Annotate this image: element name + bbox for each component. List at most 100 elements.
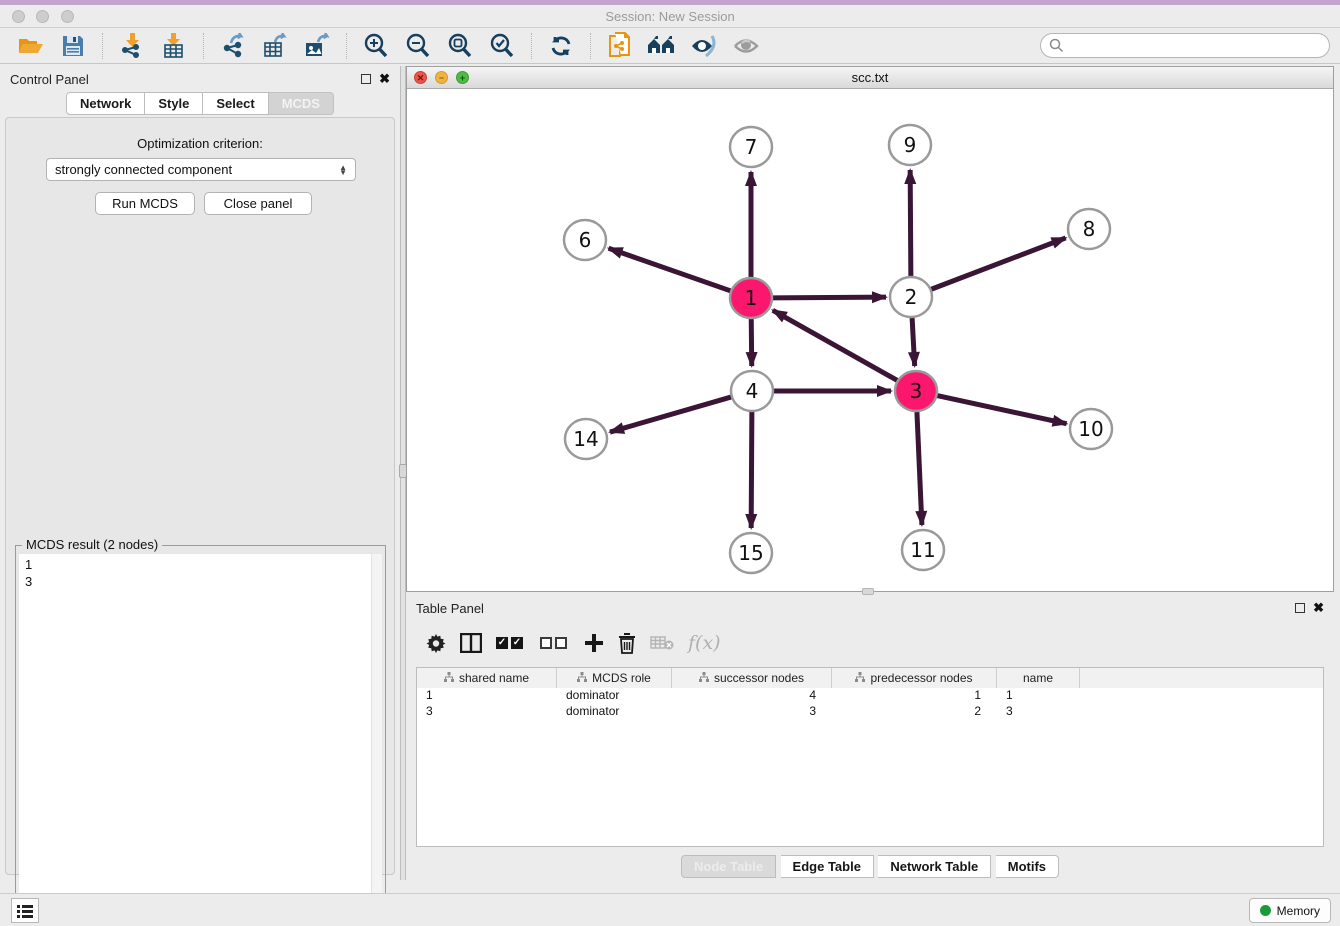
column-header-successor-nodes[interactable]: successor nodes [672,668,832,688]
column-header-shared-name[interactable]: shared name [417,668,557,688]
toolbar-separator [531,33,532,59]
table-panel-title: Table Panel [416,601,484,616]
table-cell[interactable]: 2 [832,704,997,720]
mcds-result-text[interactable]: 1 3 [19,554,382,918]
close-table-panel-icon[interactable]: ✖ [1313,603,1324,613]
node-table: shared name MCDS role successor nodesprede… [416,667,1324,847]
network-minimize-icon[interactable]: − [435,71,448,84]
graph-node-label-14: 14 [573,427,598,451]
close-panel-button[interactable]: Close panel [204,192,312,215]
unchecked-box-icon [555,637,567,649]
table-cell[interactable]: 3 [417,704,557,720]
graph-edge-3-11[interactable] [917,412,922,525]
graph-edge-3-10[interactable] [937,395,1067,423]
show-all-icon[interactable] [729,31,763,61]
export-image-icon[interactable] [300,31,334,61]
memory-button[interactable]: Memory [1249,898,1331,923]
float-table-panel-icon[interactable] [1295,603,1305,613]
horizontal-splitter-handle[interactable] [862,588,874,595]
table-settings-gear-icon[interactable] [426,633,446,653]
graph-node-label-3: 3 [910,379,923,403]
column-label: MCDS role [592,671,651,685]
table-cell[interactable]: 1 [417,688,557,704]
window-title: Session: New Session [0,9,1340,24]
delete-table-icon-disabled [650,635,674,651]
run-mcds-button[interactable]: Run MCDS [95,192,195,215]
delete-column-icon[interactable] [618,633,636,654]
mcds-panel: Optimization criterion: strongly connect… [5,117,395,875]
unselect-all-columns-icon[interactable] [540,637,570,649]
task-history-button[interactable] [11,898,39,923]
import-table-icon[interactable] [157,31,191,61]
first-neighbors-icon[interactable] [645,31,679,61]
tab-network[interactable]: Network [66,92,145,115]
result-scrollbar[interactable] [371,554,382,918]
zoom-fit-icon[interactable] [443,31,477,61]
tab-motifs[interactable]: Motifs [996,855,1059,878]
tab-style[interactable]: Style [145,92,203,115]
refresh-layout-icon[interactable] [544,31,578,61]
graph-edge-1-4[interactable] [751,319,752,366]
network-close-icon[interactable]: ✕ [414,71,427,84]
column-header-name[interactable]: name [997,668,1080,688]
import-network-icon[interactable] [115,31,149,61]
table-cell[interactable]: 3 [672,704,832,720]
mcds-result-group: MCDS result (2 nodes) 1 3 [15,545,386,922]
graph-node-label-7: 7 [745,135,758,159]
network-canvas[interactable]: 7968124314101511 [407,89,1333,591]
network-maximize-icon[interactable]: + [456,71,469,84]
memory-label: Memory [1277,904,1320,918]
graph-edge-4-15[interactable] [751,412,752,528]
select-all-columns-icon[interactable]: ✓✓ [496,637,526,649]
window-titlebar: Session: New Session [0,5,1340,28]
float-panel-icon[interactable] [361,74,371,84]
export-network-icon[interactable] [216,31,250,61]
table-toolbar: ✓✓ f(x) [416,623,1324,663]
graph-edge-4-14[interactable] [610,397,732,432]
network-window-titlebar[interactable]: ✕ − + scc.txt [407,67,1333,89]
graph-node-label-6: 6 [579,228,592,252]
close-panel-icon[interactable]: ✖ [379,74,390,84]
graph-edge-3-1[interactable] [773,310,898,380]
mcds-result-title: MCDS result (2 nodes) [22,537,162,552]
list-icon [17,904,33,918]
graph-edge-2-9[interactable] [910,170,911,276]
table-cell[interactable]: 4 [672,688,832,704]
column-header-MCDS-role[interactable]: MCDS role [557,668,672,688]
tab-mcds[interactable]: MCDS [269,92,334,115]
control-panel: Control Panel ✖ Network Style Select MCD… [0,66,400,880]
table-row[interactable]: 1dominator411 [417,688,1323,704]
tab-select[interactable]: Select [203,92,268,115]
control-panel-titlebar: Control Panel ✖ [0,66,400,92]
status-bar: Memory [0,893,1340,926]
table-cell[interactable]: dominator [557,688,672,704]
zoom-out-icon[interactable] [401,31,435,61]
zoom-selected-icon[interactable] [485,31,519,61]
optimization-criterion-select[interactable]: strongly connected component ▲▼ [46,158,356,181]
open-session-icon[interactable] [14,31,48,61]
save-session-icon[interactable] [56,31,90,61]
table-cell[interactable]: 1 [997,688,1080,704]
table-cell[interactable]: 1 [832,688,997,704]
tab-node-table[interactable]: Node Table [681,855,776,878]
create-column-icon[interactable] [584,633,604,653]
zoom-in-icon[interactable] [359,31,393,61]
graph-edge-1-2[interactable] [772,297,886,298]
column-header-predecessor-nodes[interactable]: predecessor nodes [832,668,997,688]
column-label: name [1023,671,1053,685]
export-table-icon[interactable] [258,31,292,61]
show-column-panel-icon[interactable] [460,633,482,653]
hierarchy-icon [444,671,454,685]
clone-network-icon[interactable] [603,31,637,61]
graph-edge-1-6[interactable] [609,248,732,291]
table-row[interactable]: 3dominator323 [417,704,1323,720]
table-cell[interactable]: 3 [997,704,1080,720]
column-label: shared name [459,671,529,685]
graph-edge-2-8[interactable] [931,238,1066,290]
search-input[interactable] [1040,33,1330,58]
tab-edge-table[interactable]: Edge Table [781,855,874,878]
tab-network-table[interactable]: Network Table [878,855,991,878]
table-cell[interactable]: dominator [557,704,672,720]
graph-edge-2-3[interactable] [912,318,915,366]
hide-selected-icon[interactable] [687,31,721,61]
